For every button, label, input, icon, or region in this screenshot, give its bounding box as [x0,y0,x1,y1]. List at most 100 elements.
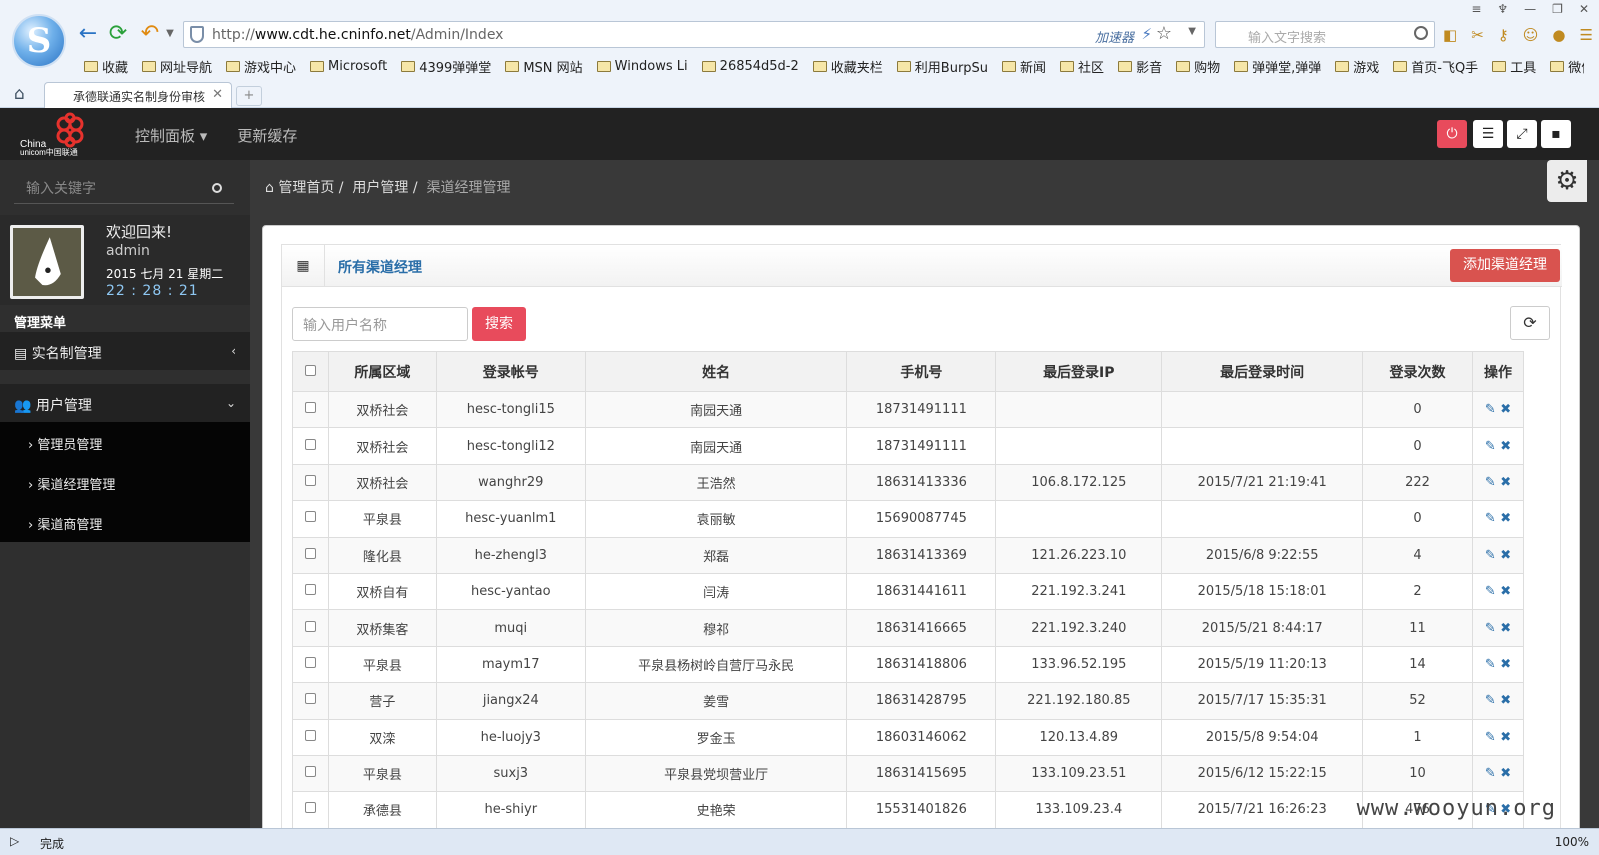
row-checkbox[interactable] [304,474,316,486]
edit-icon[interactable]: ✎ [1485,439,1496,454]
col-last-time[interactable]: 最后登录时间 [1161,351,1364,392]
zoom-level[interactable]: 100% [1555,835,1589,849]
home-icon[interactable]: ⌂ [14,84,25,104]
delete-icon[interactable]: ✖ [1500,475,1511,490]
delete-icon[interactable]: ✖ [1500,548,1511,563]
table-row[interactable]: 营子 jiangx24 姜雪 18631428795 221.192.180.85 201… [292,682,1525,720]
delete-icon[interactable]: ✖ [1500,439,1511,454]
row-checkbox[interactable] [304,584,316,596]
smiley-icon[interactable]: ☺ [1523,26,1539,44]
submenu-channel-dealer[interactable]: › 渠道商管理 [0,502,250,542]
edit-icon[interactable]: ✎ [1485,621,1496,636]
edit-icon[interactable]: ✎ [1485,511,1496,526]
col-name[interactable]: 姓名 [584,351,848,392]
bookmark-item[interactable]: 网址导航 [142,56,212,76]
col-last-ip[interactable]: 最后登录IP [995,351,1163,392]
menu-icon[interactable]: ≡ [1471,2,1481,16]
bookmark-item[interactable]: 26854d5d-2 [701,56,799,76]
select-all-checkbox[interactable] [304,364,316,376]
bookmark-item[interactable]: 收藏夹栏 [812,56,883,76]
search-button[interactable]: 搜索 [472,307,526,341]
bookmark-item[interactable]: 弹弹堂,弹弹 [1234,56,1321,76]
row-checkbox[interactable] [304,438,316,450]
col-region[interactable]: 所属区域 [327,351,437,392]
delete-icon[interactable]: ✖ [1500,511,1511,526]
bookmark-item[interactable]: 影音 [1118,56,1162,76]
row-checkbox[interactable] [304,802,316,814]
sidebar-search-input[interactable]: 输入关键字 [14,174,234,204]
search-icon[interactable] [212,183,222,193]
delete-icon[interactable]: ✖ [1500,657,1511,672]
edit-icon[interactable]: ✎ [1485,548,1496,563]
username-search-input[interactable]: 输入用户名称 [292,307,468,341]
row-checkbox[interactable] [304,693,316,705]
table-row[interactable]: 承德县 he-shiyr 史艳荣 15531401826 133.109.23.4 201… [292,791,1525,828]
row-checkbox[interactable] [304,729,316,741]
row-checkbox[interactable] [304,620,316,632]
bookmark-item[interactable]: 4399弹弹堂 [401,56,491,76]
browser-search-input[interactable]: 输入文字搜索 [1215,21,1435,48]
col-phone[interactable]: 手机号 [846,351,997,392]
bookmark-item[interactable]: 工具 [1492,56,1536,76]
bookmark-item[interactable]: 收藏 [84,56,128,76]
tab-active[interactable]: 承德联通实名制身份审核 ✕ [44,82,232,108]
delete-icon[interactable]: ✖ [1500,730,1511,745]
star-icon[interactable]: ☆ [1156,23,1172,44]
col-login-count[interactable]: 登录次数 [1362,351,1473,392]
bookmark-item[interactable]: MSN 网站 [505,56,583,76]
edit-icon[interactable]: ✎ [1485,475,1496,490]
restore-icon[interactable]: ❐ [1552,2,1563,16]
bookmark-item[interactable]: Windows Li [596,56,688,76]
nav-control-panel[interactable]: 控制面板 ▾ [135,125,207,146]
delete-icon[interactable]: ✖ [1500,621,1511,636]
menu-realname[interactable]: ▤ 实名制管理 ‹ [0,332,250,370]
minimize-icon[interactable]: — [1524,2,1536,16]
chat-icon[interactable]: ▪ [1541,120,1571,148]
delete-icon[interactable]: ✖ [1500,402,1511,417]
table-row[interactable]: 双桥集客 muqi 穆祁 18631416665 221.192.3.240 2015/5… [292,609,1525,647]
bookmark-item[interactable]: 微信活动网 [1550,56,1584,76]
back-icon[interactable]: ← [76,22,100,46]
address-bar[interactable]: http://www.cdt.he.cninfo.net/Admin/Index… [183,21,1205,48]
edit-icon[interactable]: ✎ [1485,730,1496,745]
refresh-icon[interactable]: ⟳ [1510,306,1550,340]
edit-icon[interactable]: ✎ [1485,657,1496,672]
bookmark-item[interactable]: 游戏 [1335,56,1379,76]
bookmark-item[interactable]: 新闻 [1002,56,1046,76]
table-row[interactable]: 隆化县 he-zhengl3 郑磊 18631413369 121.26.223.10 2… [292,536,1525,574]
bookmark-item[interactable]: 购物 [1176,56,1220,76]
close-icon[interactable]: ✕ [1579,2,1589,16]
lightning-icon[interactable]: ⚡ [1141,25,1152,43]
refresh-icon[interactable]: ⟳ [106,22,130,46]
add-channel-manager-button[interactable]: 添加渠道经理 [1450,249,1560,282]
bookmark-item[interactable]: 利用BurpSu [896,56,988,76]
menu-icon[interactable]: ☰ [1580,26,1593,44]
breadcrumb-home[interactable]: 管理首页 [278,180,334,196]
accelerator-label[interactable]: 加速器 [1095,27,1134,46]
user-icon[interactable]: ● [1552,26,1565,44]
table-row[interactable]: 双桥自有 hesc-yantao 闫涛 18631441611 221.192.3.24… [292,572,1525,611]
edit-icon[interactable]: ✎ [1485,402,1496,417]
menu-user-management[interactable]: 👥 用户管理 ⌄ [0,384,250,422]
table-row[interactable]: 双桥社会 hesc-tongli15 南园天通 18731491111 0 ✎ ✖ [292,390,1525,429]
table-row[interactable]: 平泉县 hesc-yuanlm1 袁丽敏 15690087745 0 ✎ ✖ [292,500,1525,538]
close-tab-icon[interactable]: ✕ [212,87,223,102]
search-icon[interactable] [1414,26,1428,40]
bookmark-item[interactable]: Microsoft [310,56,387,76]
table-row[interactable]: 双滦 he-luojy3 罗金玉 18603146062 120.13.4.89 2015… [292,718,1525,756]
scissors-icon[interactable]: ✂ [1471,26,1484,44]
table-row[interactable]: 双桥社会 hesc-tongli12 南园天通 18731491111 0 ✎ ✖ [292,427,1525,465]
edit-icon[interactable]: ✎ [1485,766,1496,781]
row-checkbox[interactable] [304,402,316,414]
table-row[interactable]: 平泉县 maym17 平泉县杨树岭自营厅马永民 18631418806 133.96.5… [292,645,1525,684]
settings-gear-icon[interactable]: ⚙ [1547,160,1587,202]
edit-icon[interactable]: ✎ [1485,693,1496,708]
bookmark-item[interactable]: 首页-飞Q手 [1393,56,1478,76]
delete-icon[interactable]: ✖ [1500,584,1511,599]
delete-icon[interactable]: ✖ [1500,766,1511,781]
col-account[interactable]: 登录帐号 [435,351,586,392]
undo-dropdown-icon[interactable]: ▼ [158,22,182,46]
address-url[interactable]: http://www.cdt.he.cninfo.net/Admin/Index [212,27,503,43]
submenu-channel-manager[interactable]: › 渠道经理管理 [0,462,250,502]
play-icon[interactable]: ▷ [10,834,19,848]
